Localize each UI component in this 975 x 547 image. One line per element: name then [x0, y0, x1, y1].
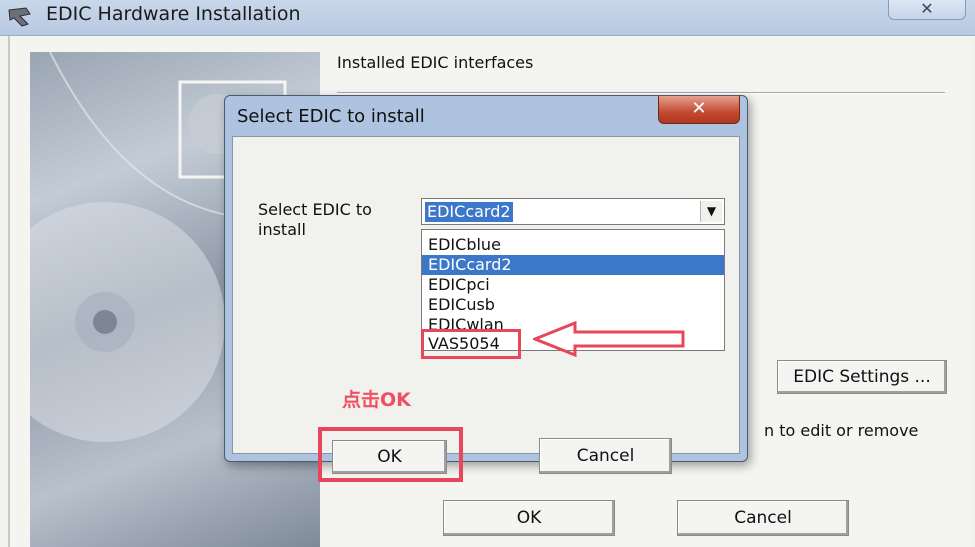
edit-hint-text: n to edit or remove: [764, 421, 919, 440]
select-edic-label: Select EDIC to install: [258, 200, 372, 240]
dialog-cancel-button[interactable]: Cancel: [539, 438, 672, 474]
close-icon: ✕: [691, 98, 707, 119]
option-ediccard2[interactable]: EDICcard2: [422, 255, 724, 275]
option-edicblue[interactable]: EDICblue: [422, 235, 724, 255]
installed-interfaces-label: Installed EDIC interfaces: [337, 53, 534, 72]
option-edicpci[interactable]: EDICpci: [422, 275, 724, 295]
dialog-close-button[interactable]: ✕: [658, 96, 740, 124]
close-icon: ✕: [920, 0, 934, 18]
annotation-click-ok: 点击OK: [342, 389, 411, 411]
red-arrow-icon: [533, 321, 685, 357]
window-close-button[interactable]: ✕: [888, 0, 966, 20]
dialog-title: Select EDIC to install: [237, 106, 425, 127]
edic-settings-button[interactable]: EDIC Settings ...: [777, 360, 947, 394]
divider: [337, 92, 945, 94]
select-edic-dialog: Select EDIC to install ✕ Select EDIC to …: [224, 95, 748, 482]
chevron-down-icon[interactable]: ▼: [700, 201, 722, 222]
dialog-body: Select EDIC to install EDICcard2 ▼ EDICb…: [232, 136, 740, 482]
select-label-line1: Select EDIC to: [258, 200, 372, 219]
dropdown-selected-value: EDICcard2: [425, 202, 513, 222]
select-label-line2: install: [258, 220, 306, 239]
main-cancel-button[interactable]: Cancel: [677, 500, 849, 536]
window-title: EDIC Hardware Installation: [46, 3, 301, 25]
edic-select-dropdown[interactable]: EDICcard2 ▼: [421, 198, 725, 225]
app-icon: [8, 7, 31, 27]
main-ok-button[interactable]: OK: [443, 500, 615, 536]
title-bar: EDIC Hardware Installation ✕: [0, 0, 975, 36]
option-edicusb[interactable]: EDICusb: [422, 295, 724, 315]
vas5054-highlight-box: [421, 329, 521, 359]
dialog-ok-button[interactable]: OK: [332, 440, 447, 474]
